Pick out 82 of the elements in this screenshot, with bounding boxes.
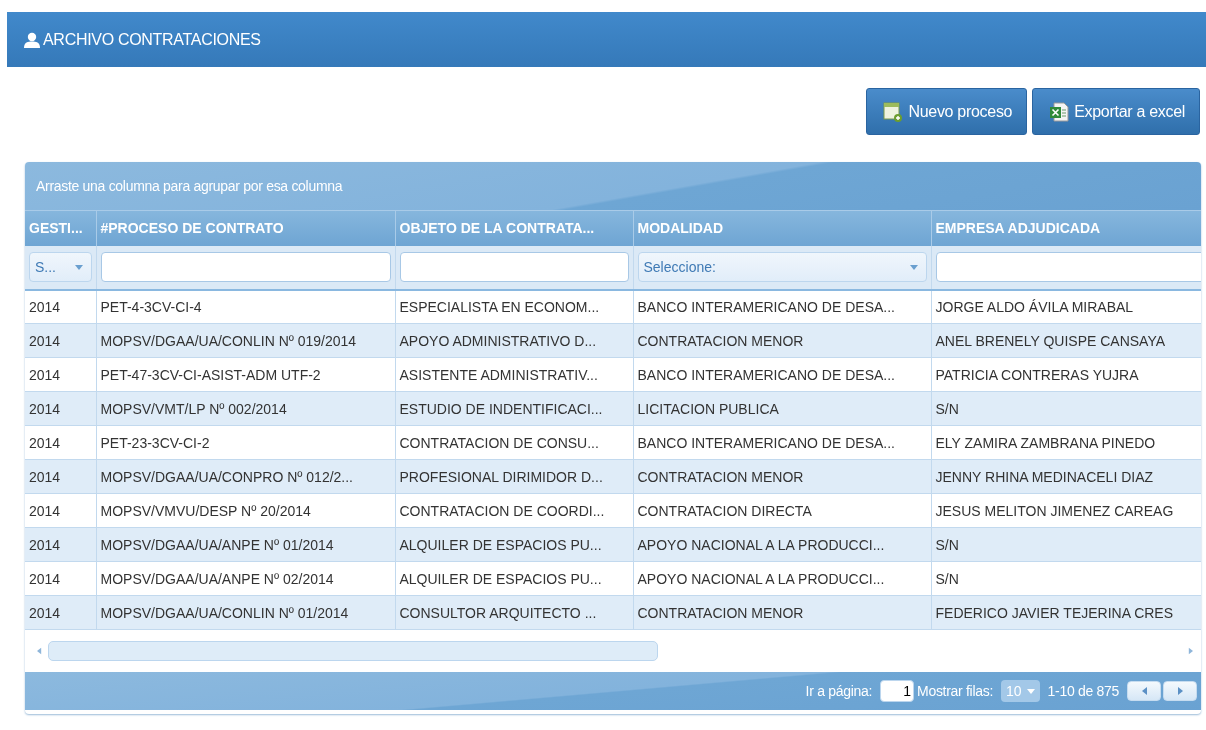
table-cell: S/N (931, 527, 1201, 562)
table-cell: APOYO NACIONAL A LA PRODUCCI... (633, 527, 931, 562)
table-cell: CONTRATACION DE CONSU... (395, 425, 633, 460)
scroll-right-icon[interactable] (1188, 647, 1193, 655)
table-cell: CONTRATACION MENOR (633, 595, 931, 630)
previous-page-button[interactable] (1127, 681, 1161, 701)
table-cell: APOYO NACIONAL A LA PRODUCCI... (633, 561, 931, 596)
caret-icon (909, 264, 918, 270)
user-icon (24, 31, 40, 48)
new-document-icon (883, 101, 904, 122)
table-cell: BANCO INTERAMERICANO DE DESA... (633, 425, 931, 460)
table-cell: CONTRATACION DIRECTA (633, 493, 931, 528)
table-cell: ESPECIALISTA EN ECONOM... (395, 289, 633, 324)
group-hint: Arraste una columna para agrupar por esa columna (36, 178, 343, 194)
left-arrow-icon (1141, 687, 1147, 695)
filter-field[interactable] (935, 252, 1201, 282)
table-cell: 2014 (25, 289, 96, 324)
table-cell: FEDERICO JAVIER TEJERINA CRES (931, 595, 1201, 630)
filter-field[interactable] (399, 252, 629, 282)
table-cell: APOYO ADMINISTRATIVO D... (395, 323, 633, 358)
column-header[interactable]: #PROCESO DE CONTRATO (96, 210, 395, 246)
caret-icon (74, 264, 83, 270)
table-cell: MOPSV/DGAA/UA/CONPRO Nº 012/2... (96, 459, 395, 494)
table-cell: MOPSV/DGAA/UA/CONLIN Nº 01/2014 (96, 595, 395, 630)
new-process-button[interactable]: Nuevo proceso (866, 88, 1028, 135)
table-cell: 2014 (25, 595, 96, 630)
table-cell: 2014 (25, 357, 96, 392)
page-field[interactable]: 1 (880, 680, 915, 702)
table-cell: PET-4-3CV-CI-4 (96, 289, 395, 324)
table-cell: 2014 (25, 459, 96, 494)
table-cell: CONTRATACION MENOR (633, 323, 931, 358)
table-cell: MOPSV/DGAA/UA/ANPE Nº 02/2014 (96, 561, 395, 596)
right-arrow-icon (1177, 687, 1183, 695)
table-cell: BANCO INTERAMERICANO DE DESA... (633, 289, 931, 324)
table-cell: S/N (931, 561, 1201, 596)
table-cell: MOPSV/VMT/LP Nº 002/2014 (96, 391, 395, 426)
table-cell: ASISTENTE ADMINISTRATIV... (395, 357, 633, 392)
rows-dropdown[interactable]: 10 (1001, 680, 1040, 702)
table-cell: CONSULTOR ARQUITECTO ... (395, 595, 633, 630)
column-header[interactable]: GESTI... (25, 210, 96, 246)
table-cell: MOPSV/DGAA/UA/CONLIN Nº 019/2014 (96, 323, 395, 358)
column-header[interactable]: EMPRESA ADJUDICADA (931, 210, 1201, 246)
table-cell: S/N (931, 391, 1201, 426)
filter-dropdown[interactable]: S... (29, 252, 92, 282)
next-page-button[interactable] (1163, 681, 1197, 701)
table-cell: 2014 (25, 391, 96, 426)
table-cell: ELY ZAMIRA ZAMBRANA PINEDO (931, 425, 1201, 460)
column-header[interactable]: MODALIDAD (633, 210, 931, 246)
table-cell: PET-23-3CV-CI-2 (96, 425, 395, 460)
table-cell: 2014 (25, 561, 96, 596)
table-cell: 2014 (25, 493, 96, 528)
table-cell: CONTRATACION MENOR (633, 459, 931, 494)
caret-icon (1026, 688, 1035, 694)
table-cell: 2014 (25, 425, 96, 460)
filter-field[interactable] (100, 252, 391, 282)
table-cell: JORGE ALDO ÁVILA MIRABAL (931, 289, 1201, 324)
rows-label: Mostrar filas: (917, 683, 993, 699)
table-cell: MOPSV/DGAA/UA/ANPE Nº 01/2014 (96, 527, 395, 562)
filter-dropdown[interactable]: Seleccione: (637, 252, 927, 282)
table-cell: MOPSV/VMVU/DESP Nº 20/2014 (96, 493, 395, 528)
table-cell: JESUS MELITON JIMENEZ CAREAG (931, 493, 1201, 528)
table-cell: LICITACION PUBLICA (633, 391, 931, 426)
export-excel-button[interactable]: Exportar a excel (1032, 88, 1200, 135)
spreadsheet-icon (1049, 101, 1070, 122)
scroll-left-icon[interactable] (37, 647, 42, 655)
column-header[interactable]: OBJETO DE LA CONTRATA... (395, 210, 633, 246)
page-label: Ir a página: (805, 683, 873, 699)
table-cell: ESTUDIO DE INDENTIFICACI... (395, 391, 633, 426)
table-cell: BANCO INTERAMERICANO DE DESA... (633, 357, 931, 392)
scrollbar-thumb[interactable] (48, 641, 658, 661)
table-cell: 2014 (25, 323, 96, 358)
table-cell: PET-47-3CV-CI-ASIST-ADM UTF-2 (96, 357, 395, 392)
table-cell: ANEL BRENELY QUISPE CANSAYA (931, 323, 1201, 358)
range-label: 1-10 de 875 (1047, 683, 1119, 699)
table-cell: PROFESIONAL DIRIMIDOR D... (395, 459, 633, 494)
table-cell: ALQUILER DE ESPACIOS PU... (395, 561, 633, 596)
table-cell: 2014 (25, 527, 96, 562)
page-title: ARCHIVO CONTRATACIONES (43, 30, 261, 49)
table-cell: PATRICIA CONTRERAS YUJRA (931, 357, 1201, 392)
table-cell: JENNY RHINA MEDINACELI DIAZ (931, 459, 1201, 494)
table-cell: ALQUILER DE ESPACIOS PU... (395, 527, 633, 562)
table-cell: CONTRATACION DE COORDI... (395, 493, 633, 528)
